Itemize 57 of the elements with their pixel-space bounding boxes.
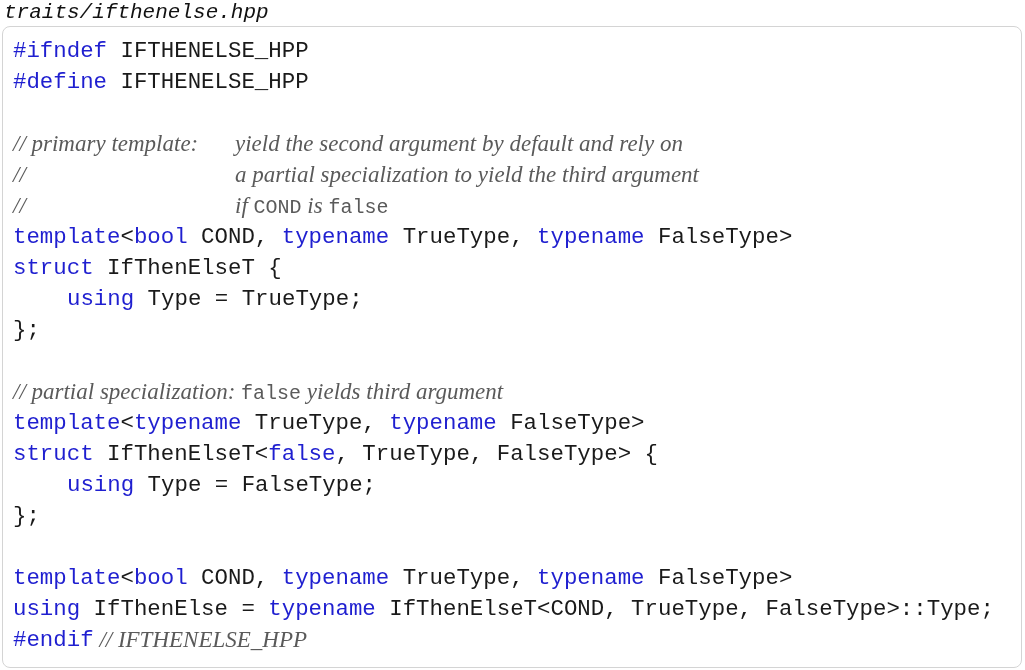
code-keyword: struct	[13, 441, 94, 467]
code-keyword: using	[67, 472, 135, 498]
code-keyword: typename	[281, 224, 390, 250]
code-text: FalseType>	[509, 410, 645, 436]
code-text: TrueType,	[253, 410, 377, 436]
code-text: };	[13, 317, 40, 343]
code-text: TrueType,	[401, 565, 525, 591]
code-keyword: struct	[13, 255, 94, 281]
code-keyword: typename	[133, 410, 242, 436]
code-comment: // partial specialization:	[13, 379, 237, 404]
code-keyword: #define	[13, 69, 108, 95]
code-comment: a partial specialization to yield the third argument	[235, 162, 699, 188]
code-text: IFTHENELSE_HPP	[119, 69, 309, 95]
code-keyword: bool	[133, 565, 188, 591]
code-comment: yield the second argument by default and rely on	[235, 131, 683, 157]
code-keyword: typename	[537, 224, 645, 250]
code-keyword: typename	[281, 565, 390, 591]
code-text: IfThenElseT {	[106, 255, 282, 281]
code-keyword: bool	[133, 224, 188, 250]
code-text: Type = TrueType;	[146, 286, 363, 312]
file-name: traits/ifthenelse.hpp	[3, 0, 269, 26]
code-text: IfThenElseT<COND, TrueType, FalseType>::Type;	[388, 596, 994, 622]
code-comment: // IFTHENELSE_HPP	[97, 627, 307, 653]
code-text: IFTHENELSE_HPP	[119, 38, 309, 64]
code-keyword: false	[268, 441, 336, 467]
code-comment: //	[13, 193, 26, 218]
code-comment: //	[13, 162, 26, 187]
code-keyword: using	[13, 596, 81, 622]
code-keyword: template	[13, 224, 121, 250]
code-keyword: template	[13, 410, 121, 436]
code-keyword: #ifndef	[13, 38, 108, 64]
code-keyword: template	[13, 565, 121, 591]
code-text: Type = FalseType;	[146, 472, 377, 498]
comment-code: COND	[253, 196, 302, 219]
comment-code: false	[328, 196, 389, 219]
code-keyword: using	[67, 286, 135, 312]
code-keyword: typename	[537, 565, 645, 591]
comment-code: false	[241, 382, 302, 405]
code-keyword: typename	[389, 410, 497, 436]
code-comment: if	[235, 193, 254, 219]
code-text: <	[120, 565, 134, 591]
code-keyword: #endif	[13, 627, 94, 653]
code-text: , TrueType, FalseType> {	[335, 441, 658, 467]
code-text: <	[120, 410, 134, 436]
code-text: FalseType>	[657, 224, 793, 250]
code-text: IfThenElseT<	[106, 441, 269, 467]
code-comment: is	[306, 193, 324, 219]
code-comment: // primary template:	[13, 131, 199, 156]
code-text: FalseType>	[657, 565, 793, 591]
code-text: COND,	[200, 224, 270, 250]
code-keyword: typename	[268, 596, 376, 622]
code-text: TrueType,	[401, 224, 525, 250]
code-text: <	[120, 224, 134, 250]
code-text: };	[13, 503, 40, 529]
code-text: COND,	[200, 565, 270, 591]
code-comment: yields third argument	[304, 379, 504, 405]
code-text: IfThenElse =	[92, 596, 256, 622]
